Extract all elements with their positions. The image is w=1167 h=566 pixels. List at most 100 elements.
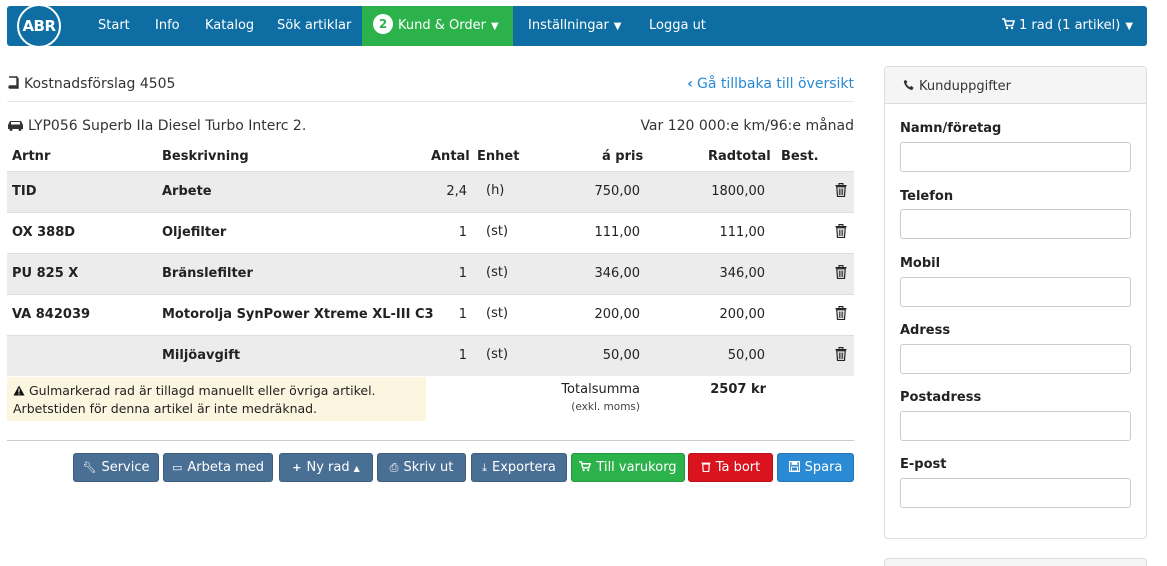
chevron-down-icon: ▼ <box>1125 21 1134 32</box>
arbeta-med-button[interactable]: ▭ Arbeta med <box>163 453 273 482</box>
cell-antal: 1 <box>458 307 467 322</box>
skriv-ut-button[interactable]: ⎙ Skriv ut <box>377 453 466 482</box>
car-icon <box>8 121 23 131</box>
cell-artnr: OX 388D <box>12 225 76 240</box>
save-icon <box>788 461 800 472</box>
cell-artnr: VA 842039 <box>12 307 91 322</box>
table-row: PU 825 X Bränslefilter 1 (st) 346,00 346… <box>7 253 854 294</box>
nav-installningar-label: Inställningar <box>528 18 609 33</box>
total-value: 2507 kr <box>710 382 766 397</box>
top-navbar: ABR Start Info Katalog Sök artiklar 2 Kun… <box>7 4 1147 48</box>
col-radtotal: Radtotal <box>708 149 771 164</box>
cart-summary: 1 rad (1 artikel) <box>1019 18 1121 33</box>
postadress-input[interactable] <box>900 411 1131 441</box>
book-icon <box>8 76 19 89</box>
warning-icon <box>13 385 25 396</box>
cell-beskrivning: Bränslefilter <box>162 266 253 281</box>
notice-line-1: Gulmarkerad rad är tillagd manuellt elle… <box>13 382 420 400</box>
till-varukorg-button[interactable]: Till varukorg <box>571 453 685 482</box>
nav-installningar[interactable]: Inställningar ▼ <box>528 6 622 46</box>
manual-row-notice: Gulmarkerad rad är tillagd manuellt elle… <box>7 377 426 421</box>
divider <box>7 440 854 441</box>
mobil-input[interactable] <box>900 277 1131 307</box>
trash-icon[interactable] <box>835 183 847 197</box>
download-icon: ⤓ <box>482 461 487 474</box>
cell-enhet: (st) <box>486 347 509 362</box>
epost-input[interactable] <box>900 478 1131 508</box>
table-row: Miljöavgift 1 (st) 50,00 50,00 <box>7 335 854 376</box>
nav-katalog[interactable]: Katalog <box>205 6 254 46</box>
customer-panel: Kunduppgifter Namn/företag Telefon Mobil… <box>884 66 1147 539</box>
service-button-label: Service <box>101 460 150 475</box>
nav-cart[interactable]: 1 rad (1 artikel) ▼ <box>1002 6 1133 46</box>
nav-start[interactable]: Start <box>98 6 130 46</box>
trash-icon[interactable] <box>835 224 847 238</box>
adress-input[interactable] <box>900 344 1131 374</box>
cell-enhet: (st) <box>486 306 509 321</box>
row-border <box>7 335 854 336</box>
cell-radtotal: 50,00 <box>727 348 765 363</box>
back-link-text: Gå tillbaka till översikt <box>696 76 854 92</box>
cell-pris: 346,00 <box>594 266 641 281</box>
cell-antal: 1 <box>458 348 467 363</box>
col-best: Best. <box>781 149 819 164</box>
cell-antal: 1 <box>458 225 467 240</box>
cell-pris: 200,00 <box>594 307 641 322</box>
page-title: Kostnadsförslag 4505 <box>7 76 175 92</box>
col-antal: Antal <box>431 149 470 164</box>
logo-text: ABR <box>17 4 61 48</box>
trash-icon[interactable] <box>835 265 847 279</box>
cell-enhet: (st) <box>486 265 509 280</box>
back-to-overview-link[interactable]: ‹ Gå tillbaka till översikt <box>687 76 854 92</box>
ta-bort-button-label: Ta bort <box>715 460 761 475</box>
till-varukorg-button-label: Till varukorg <box>596 460 677 475</box>
nav-info[interactable]: Info <box>155 6 180 46</box>
nav-kund-order-label: Kund & Order <box>398 18 486 33</box>
cell-pris: 111,00 <box>594 225 641 240</box>
service-interval: Var 120 000:e km/96:e månad <box>640 118 854 134</box>
total-sublabel: (exkl. moms) <box>571 401 640 413</box>
divider <box>7 101 854 102</box>
abr-logo[interactable]: ABR <box>17 4 81 52</box>
nav-sok-artiklar[interactable]: Sök artiklar <box>277 6 351 46</box>
service-button[interactable]: 🔧︎ Service <box>73 453 159 482</box>
row-border <box>7 294 854 295</box>
customer-panel-header: Kunduppgifter <box>885 67 1146 104</box>
ny-rad-button[interactable]: + Ny rad ▲ <box>279 453 373 482</box>
chevron-down-icon: ▼ <box>490 21 499 32</box>
namn-input[interactable] <box>900 142 1131 172</box>
caret-up-icon: ▲ <box>353 464 360 473</box>
folder-open-icon: ▭ <box>171 461 183 474</box>
spara-button-label: Spara <box>804 460 843 475</box>
notice-text-2: Arbetstiden för denna artikel är inte me… <box>13 401 318 416</box>
nav-kund-order[interactable]: 2 Kund & Order ▼ <box>362 6 513 46</box>
total-label: Totalsumma <box>561 382 640 397</box>
cell-radtotal: 346,00 <box>719 266 766 281</box>
mobil-label: Mobil <box>900 256 941 271</box>
exportera-button[interactable]: ⤓ Exportera <box>471 453 567 482</box>
print-icon: ⎙ <box>389 461 399 474</box>
customer-panel-title: Kunduppgifter <box>919 79 1012 94</box>
trash-icon[interactable] <box>835 347 847 361</box>
cell-artnr: PU 825 X <box>12 266 79 281</box>
nav-logga-ut[interactable]: Logga ut <box>649 6 706 46</box>
telefon-input[interactable] <box>900 209 1131 239</box>
plus-icon: + <box>292 461 302 474</box>
table-row: TID Arbete 2,4 (h) 750,00 1800,00 <box>7 171 854 212</box>
arbeta-med-button-label: Arbeta med <box>187 460 264 475</box>
skriv-ut-button-label: Skriv ut <box>403 460 454 475</box>
adress-label: Adress <box>900 323 951 338</box>
ta-bort-button[interactable]: Ta bort <box>688 453 773 482</box>
cell-antal: 1 <box>458 266 467 281</box>
telefon-label: Telefon <box>900 189 954 204</box>
trash-icon[interactable] <box>835 306 847 320</box>
spara-button[interactable]: Spara <box>777 453 854 482</box>
cell-radtotal: 200,00 <box>719 307 766 322</box>
notice-text-1: Gulmarkerad rad är tillagd manuellt elle… <box>29 383 376 398</box>
cart-icon <box>1002 18 1016 30</box>
cell-radtotal: 111,00 <box>719 225 766 240</box>
col-enhet: Enhet <box>477 149 520 164</box>
vehicle-text: LYP056 Superb IIa Diesel Turbo Interc 2. <box>28 118 307 134</box>
col-beskrivning: Beskrivning <box>162 149 249 164</box>
ny-rad-button-label: Ny rad <box>306 460 350 475</box>
